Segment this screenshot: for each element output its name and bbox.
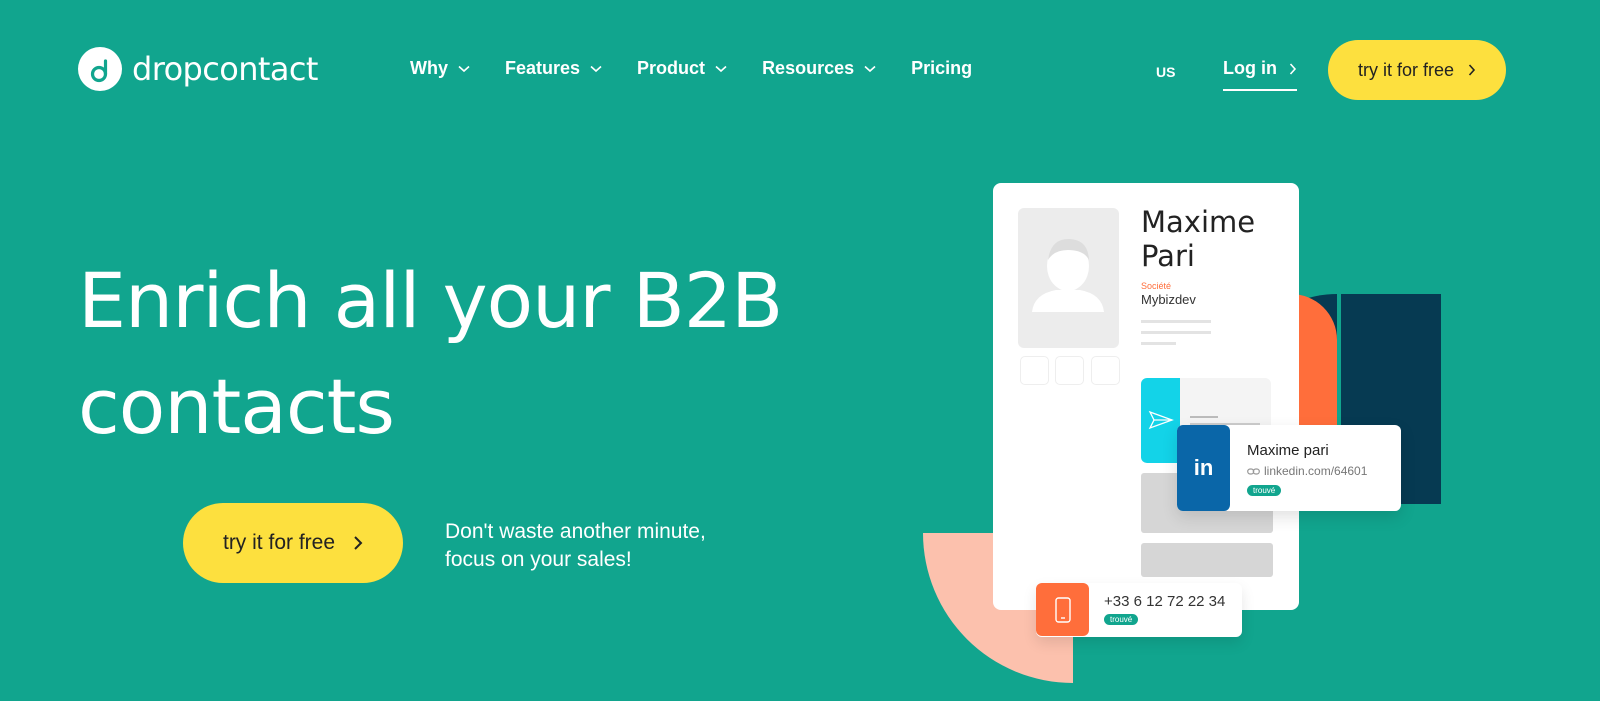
hero-title-line1: Enrich all your B2B: [78, 256, 783, 345]
hero-tagline: Don't waste another minute, focus on you…: [445, 518, 745, 574]
email-icon-block: [1141, 378, 1180, 463]
linkedin-url-row: linkedin.com/64601: [1247, 464, 1367, 478]
nav-item-features[interactable]: Features: [505, 58, 602, 79]
avatar-placeholder: [1018, 208, 1119, 348]
nav-item-label: Pricing: [911, 58, 973, 78]
chevron-right-icon: [354, 536, 363, 550]
main-nav: Why Features Product Resources Pricing: [410, 58, 972, 79]
nav-item-why[interactable]: Why: [410, 58, 470, 79]
phone-found-badge: trouvé: [1104, 614, 1139, 625]
contact-card: [993, 183, 1299, 610]
linkedin-icon: in: [1177, 425, 1230, 511]
nav-item-label: Features: [505, 58, 581, 78]
linkedin-card: [1177, 425, 1401, 511]
phone-icon: [1054, 596, 1071, 623]
chevron-right-icon: [1289, 62, 1297, 75]
placeholder-line: [1141, 331, 1211, 334]
orange-shape: [1290, 293, 1337, 425]
nav-item-label: Resources: [762, 58, 855, 78]
peach-quarter-circle: [923, 533, 1073, 683]
tagline-line1: Don't waste another minute,: [445, 520, 706, 543]
nav-item-resources[interactable]: Resources: [762, 58, 876, 79]
placeholder-line: [1190, 416, 1218, 418]
linkedin-found-badge: trouvé: [1247, 485, 1282, 496]
link-icon: [1247, 467, 1260, 475]
nav-item-pricing[interactable]: Pricing: [911, 58, 972, 79]
logo-mark-icon: [78, 47, 122, 91]
thumb-slot: [1055, 356, 1084, 385]
thumb-slot: [1091, 356, 1120, 385]
contact-last-name: Pari: [1141, 239, 1195, 273]
hero-title-line2: contacts: [78, 362, 395, 451]
chevron-down-icon: [715, 65, 727, 72]
header-cta-button[interactable]: try it for free: [1328, 40, 1506, 100]
placeholder-line: [1141, 320, 1211, 323]
placeholder-line: [1141, 342, 1176, 345]
linkedin-url: linkedin.com/64601: [1264, 464, 1368, 478]
hero-title: Enrich all your B2B contacts: [78, 248, 858, 460]
hero-cta-button[interactable]: try it for free: [183, 503, 403, 583]
placeholder-block: [1141, 473, 1273, 533]
contact-first-name: Maxime: [1141, 205, 1256, 239]
company-label: Société: [1141, 281, 1172, 291]
nav-item-label: Why: [410, 58, 448, 78]
linkedin-name: Maxime pari: [1247, 442, 1329, 459]
company-name: Mybizdev: [1141, 292, 1196, 307]
send-icon: [1148, 410, 1174, 430]
navy-block: [1341, 294, 1441, 504]
tagline-line2: focus on your sales!: [445, 548, 632, 571]
login-link[interactable]: Log in: [1223, 58, 1297, 91]
login-label: Log in: [1223, 58, 1277, 78]
chevron-down-icon: [864, 65, 876, 72]
header-cta-label: try it for free: [1357, 59, 1455, 80]
phone-card: [1036, 583, 1242, 637]
contact-name: Maxime Pari: [1141, 205, 1255, 273]
phone-number: +33 6 12 72 22 34: [1104, 593, 1226, 610]
nav-item-product[interactable]: Product: [637, 58, 727, 79]
phone-icon-block: [1036, 583, 1089, 636]
thumb-slot: [1020, 356, 1049, 385]
person-icon: [1032, 238, 1104, 312]
navy-half-circle: [1232, 294, 1337, 504]
brand-logo[interactable]: dropcontact: [78, 47, 318, 91]
language-switcher[interactable]: US: [1156, 64, 1175, 80]
chevron-down-icon: [458, 65, 470, 72]
chevron-right-icon: [1468, 64, 1476, 76]
hero-cta-label: try it for free: [222, 531, 336, 554]
brand-name: dropcontact: [132, 50, 318, 88]
email-card: [1141, 378, 1271, 463]
placeholder-block: [1141, 543, 1273, 577]
placeholder-line: [1190, 423, 1260, 425]
chevron-down-icon: [590, 65, 602, 72]
nav-item-label: Product: [637, 58, 706, 78]
